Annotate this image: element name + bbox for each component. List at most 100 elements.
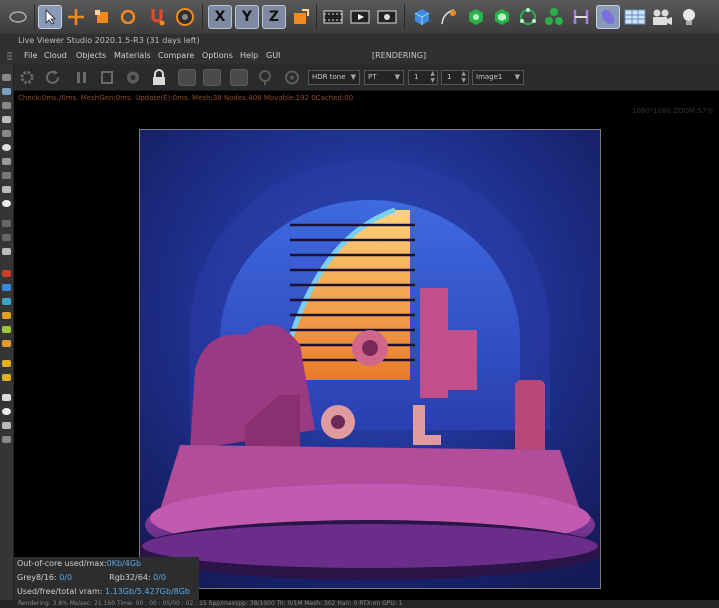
menu-grip-icon xyxy=(5,48,13,64)
window-title: Live Viewer Studio 2020.1.5-R3 (31 days … xyxy=(18,36,200,45)
strip-tool-icon[interactable] xyxy=(2,158,11,165)
strip-tool-icon[interactable] xyxy=(2,130,11,137)
lock-icon[interactable] xyxy=(150,69,168,86)
strip-tool-icon[interactable] xyxy=(2,200,11,207)
strip-tool-icon[interactable] xyxy=(2,422,11,429)
render-view-icon[interactable] xyxy=(348,5,372,29)
axis-z-icon[interactable]: Z xyxy=(262,5,286,29)
pass-dropdown[interactable]: Image1 ▼ xyxy=(472,70,524,85)
menu-options[interactable]: Options xyxy=(202,48,233,64)
strip-tool-icon[interactable] xyxy=(2,220,11,227)
kernel-value: PT xyxy=(368,73,377,81)
menu-bar: File Cloud Objects Materials Compare Opt… xyxy=(0,48,719,64)
strip-tool-icon[interactable] xyxy=(2,172,11,179)
render-gear-icon[interactable] xyxy=(124,69,142,86)
memory-info-panel: Out-of-core used/max:0Kb/4Gb Grey8/16: 0… xyxy=(14,557,199,600)
material-picker-icon[interactable] xyxy=(256,69,274,86)
value-a: 1 xyxy=(414,73,419,81)
render-region-icon[interactable] xyxy=(321,5,345,29)
cube-icon[interactable] xyxy=(410,5,434,29)
cloner-icon[interactable] xyxy=(516,5,540,29)
strip-tool-icon[interactable] xyxy=(2,74,11,81)
strip-tool-icon[interactable] xyxy=(2,326,11,333)
light-icon[interactable] xyxy=(677,5,701,29)
strip-tool-icon[interactable] xyxy=(2,374,11,381)
menu-gui[interactable]: GUI xyxy=(266,48,280,64)
strip-tool-icon[interactable] xyxy=(2,186,11,193)
strip-tool-icon[interactable] xyxy=(2,102,11,109)
settings-gear-icon[interactable] xyxy=(18,69,36,86)
main-toolbar: X Y Z xyxy=(0,0,719,35)
value-b-spinner[interactable]: 1 ▲ ▼ xyxy=(441,70,469,85)
axis-y-icon[interactable]: Y xyxy=(235,5,259,29)
film-region-icon[interactable] xyxy=(203,69,221,86)
menu-materials[interactable]: Materials xyxy=(114,48,151,64)
pause-icon[interactable] xyxy=(72,69,90,86)
menu-compare[interactable]: Compare xyxy=(158,48,194,64)
strip-tool-icon[interactable] xyxy=(2,284,11,291)
texture-row: Grey8/16: 0/0 Rgb32/64: 0/0 xyxy=(14,571,199,585)
value-a-spinner[interactable]: 1 ▲ ▼ xyxy=(408,70,438,85)
rendered-image[interactable]: S xyxy=(139,129,601,589)
strip-tool-icon[interactable] xyxy=(2,116,11,123)
move-icon[interactable] xyxy=(64,5,88,29)
spline-pen-icon[interactable] xyxy=(437,5,461,29)
strip-tool-icon[interactable] xyxy=(2,248,11,255)
subdivision-icon[interactable] xyxy=(490,5,514,29)
object-picker-icon[interactable] xyxy=(283,69,301,86)
target-icon[interactable] xyxy=(173,5,197,29)
strip-tool-icon[interactable] xyxy=(2,88,11,95)
generator-icon[interactable] xyxy=(464,5,488,29)
tone-mode-dropdown[interactable]: HDR tone ▼ xyxy=(308,70,360,85)
axis-x-icon[interactable]: X xyxy=(208,5,232,29)
strip-tool-icon[interactable] xyxy=(2,270,11,277)
undo-view-icon[interactable] xyxy=(6,5,30,29)
render-viewport[interactable]: Check:0ms./0ms. MeshGen:0ms. Update(E):0… xyxy=(14,91,719,608)
strip-tool-icon[interactable] xyxy=(2,298,11,305)
render-settings-icon[interactable] xyxy=(375,5,399,29)
strip-tool-icon[interactable] xyxy=(2,408,11,415)
strip-tool-icon[interactable] xyxy=(2,234,11,241)
rgb-label: Rgb32/64: xyxy=(109,573,151,582)
menu-cloud[interactable]: Cloud xyxy=(44,48,67,64)
render-status-label: [RENDERING] xyxy=(372,51,427,60)
camera-icon[interactable] xyxy=(650,5,674,29)
stop-icon[interactable] xyxy=(98,69,116,86)
spinner-arrows-icon[interactable]: ▲ ▼ xyxy=(461,70,466,84)
render-status-bar: Rendering: 3.8% Ms/sec: 21.160 Time: 00 … xyxy=(0,600,719,608)
focus-picker-icon[interactable] xyxy=(230,69,248,86)
resolution-zoom-label: 1080*1080 ZOOM:57% xyxy=(631,107,713,115)
rotate-icon[interactable] xyxy=(116,5,140,29)
value-b: 1 xyxy=(447,73,452,81)
render-stats: Check:0ms./0ms. MeshGen:0ms. Update(E):0… xyxy=(18,94,354,102)
left-tool-strip xyxy=(0,64,14,608)
snap-icon[interactable] xyxy=(145,5,169,29)
coordinate-system-icon[interactable] xyxy=(289,5,313,29)
strip-tool-icon[interactable] xyxy=(2,436,11,443)
strip-tool-icon[interactable] xyxy=(2,360,11,367)
scale-icon[interactable] xyxy=(90,5,114,29)
menu-objects[interactable]: Objects xyxy=(76,48,106,64)
select-arrow-icon[interactable] xyxy=(38,5,62,29)
menu-file[interactable]: File xyxy=(24,48,37,64)
deformer-icon[interactable] xyxy=(569,5,593,29)
out-of-core-value: 0Kb/4Gb xyxy=(106,559,142,568)
floor-icon[interactable] xyxy=(623,5,647,29)
menu-help[interactable]: Help xyxy=(240,48,258,64)
rendered-scene: S xyxy=(140,130,600,588)
out-of-core-row: Out-of-core used/max:0Kb/4Gb xyxy=(14,557,199,571)
region-render-icon[interactable] xyxy=(178,69,196,86)
tone-mode-value: HDR tone xyxy=(312,73,346,81)
spinner-arrows-icon[interactable]: ▲ ▼ xyxy=(430,70,435,84)
chevron-down-icon: ▼ xyxy=(394,73,400,81)
render-progress-text: Rendering: 3.8% Ms/sec: 21.160 Time: 00 … xyxy=(18,600,403,607)
strip-tool-icon[interactable] xyxy=(2,340,11,347)
strip-tool-icon[interactable] xyxy=(2,312,11,319)
kernel-dropdown[interactable]: PT ▼ xyxy=(364,70,404,85)
grey-label: Grey8/16: xyxy=(17,573,57,582)
strip-tool-icon[interactable] xyxy=(2,394,11,401)
mograph-icon[interactable] xyxy=(542,5,566,29)
field-icon[interactable] xyxy=(596,5,620,29)
restart-render-icon[interactable] xyxy=(44,69,62,86)
strip-tool-icon[interactable] xyxy=(2,144,11,151)
